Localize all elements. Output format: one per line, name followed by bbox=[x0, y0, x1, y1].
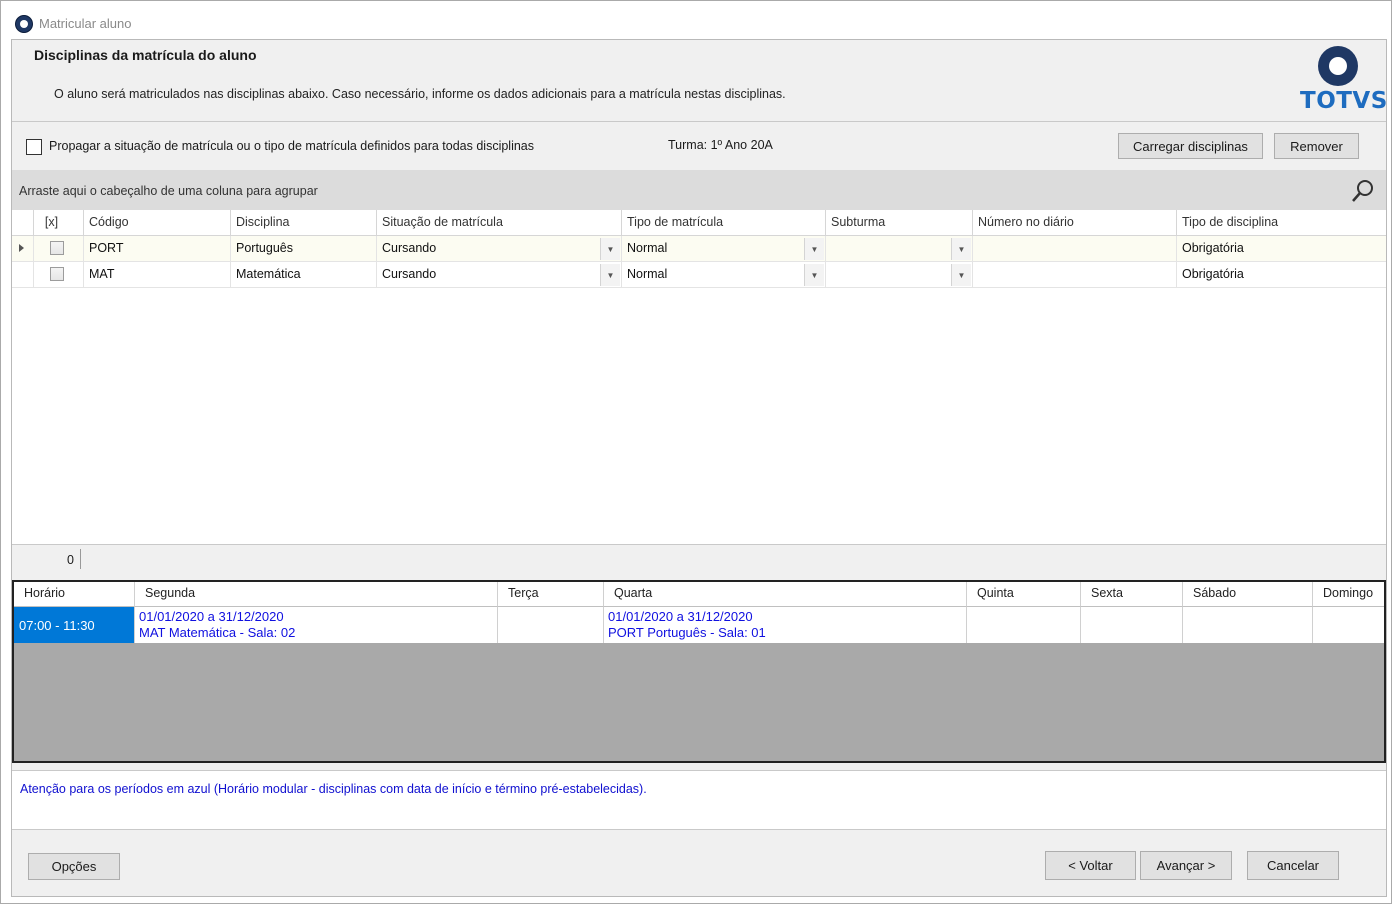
situacao-cell[interactable]: Cursando ▼ bbox=[377, 262, 622, 288]
window-title: Matricular aluno bbox=[39, 16, 132, 31]
row-count: 0 bbox=[67, 553, 74, 567]
chevron-down-icon[interactable]: ▼ bbox=[804, 238, 824, 260]
codigo-cell[interactable]: PORT bbox=[84, 236, 231, 262]
chevron-down-icon[interactable]: ▼ bbox=[804, 264, 824, 286]
chevron-down-icon[interactable]: ▼ bbox=[951, 238, 971, 260]
propagate-checkbox[interactable] bbox=[26, 139, 42, 155]
opcoes-button[interactable]: Opções bbox=[28, 853, 120, 880]
disciplina-cell[interactable]: Português bbox=[231, 236, 377, 262]
tipo-matricula-value: Normal bbox=[627, 241, 668, 255]
totvs-logo: TOTVS bbox=[1298, 46, 1387, 116]
numero-diario-cell[interactable] bbox=[973, 262, 1177, 288]
schedule-discipline: PORT Português - Sala: 01 bbox=[608, 625, 766, 640]
codigo-cell[interactable]: MAT bbox=[84, 262, 231, 288]
schedule-cell-sexta[interactable] bbox=[1081, 607, 1183, 643]
schedule-header-quinta: Quinta bbox=[967, 582, 1081, 607]
schedule-cell-quarta[interactable]: 01/01/2020 a 31/12/2020 PORT Português -… bbox=[604, 607, 967, 643]
options-row: Propagar a situação de matrícula ou o ti… bbox=[12, 123, 1386, 169]
chevron-down-icon[interactable]: ▼ bbox=[951, 264, 971, 286]
app-logo-icon bbox=[15, 15, 33, 33]
turma-label: Turma: 1º Ano 20A bbox=[668, 138, 773, 152]
row-select-checkbox[interactable] bbox=[50, 267, 64, 281]
wizard-panel: Disciplinas da matrícula do aluno O alun… bbox=[11, 39, 1387, 897]
header-panel: Disciplinas da matrícula do aluno O alun… bbox=[12, 40, 1387, 122]
row-select-checkbox[interactable] bbox=[50, 241, 64, 255]
row-select-cell bbox=[34, 262, 84, 288]
column-header-subturma[interactable]: Subturma bbox=[826, 210, 973, 236]
chevron-down-icon[interactable]: ▼ bbox=[600, 238, 620, 260]
note-panel: Atenção para os períodos em azul (Horári… bbox=[12, 770, 1386, 830]
schedule-cell-sabado[interactable] bbox=[1183, 607, 1313, 643]
tipo-matricula-value: Normal bbox=[627, 267, 668, 281]
matricular-aluno-window: Matricular aluno Disciplinas da matrícul… bbox=[0, 0, 1392, 904]
row-indicator bbox=[12, 262, 34, 288]
row-select-cell bbox=[34, 236, 84, 262]
remover-button[interactable]: Remover bbox=[1274, 133, 1359, 159]
column-header-codigo[interactable]: Código bbox=[84, 210, 231, 236]
schedule-header-terca: Terça bbox=[498, 582, 604, 607]
subturma-cell[interactable]: ▼ bbox=[826, 262, 973, 288]
voltar-button[interactable]: < Voltar bbox=[1045, 851, 1136, 880]
propagate-label: Propagar a situação de matrícula ou o ti… bbox=[49, 139, 535, 153]
group-by-hint: Arraste aqui o cabeçalho de uma coluna p… bbox=[19, 184, 318, 198]
totvs-logo-icon bbox=[1318, 46, 1358, 86]
schedule-cell-terca[interactable] bbox=[498, 607, 604, 643]
column-header-tipo-disciplina[interactable]: Tipo de disciplina bbox=[1177, 210, 1386, 236]
numero-diario-cell[interactable] bbox=[973, 236, 1177, 262]
disciplines-grid: [x] Código Disciplina Situação de matríc… bbox=[12, 210, 1386, 545]
table-row[interactable]: PORT Português Cursando ▼ Normal ▼ ▼ Obrig… bbox=[12, 236, 1386, 262]
schedule-grid: Horário Segunda Terça Quarta Quinta Sext… bbox=[12, 580, 1386, 763]
search-icon[interactable] bbox=[1350, 178, 1376, 204]
situacao-value: Cursando bbox=[382, 241, 437, 255]
schedule-cell-segunda[interactable]: 01/01/2020 a 31/12/2020 MAT Matemática -… bbox=[135, 607, 498, 643]
column-header-select[interactable]: [x] bbox=[34, 210, 84, 236]
carregar-disciplinas-button[interactable]: Carregar disciplinas bbox=[1118, 133, 1263, 159]
subturma-cell[interactable]: ▼ bbox=[826, 236, 973, 262]
schedule-period: 01/01/2020 a 31/12/2020 bbox=[608, 609, 753, 624]
group-by-bar[interactable]: Arraste aqui o cabeçalho de uma coluna p… bbox=[12, 170, 1386, 210]
schedule-cell-domingo[interactable] bbox=[1313, 607, 1384, 643]
schedule-cell-quinta[interactable] bbox=[967, 607, 1081, 643]
row-indicator bbox=[12, 236, 34, 262]
chevron-down-icon[interactable]: ▼ bbox=[600, 264, 620, 286]
schedule-period: 01/01/2020 a 31/12/2020 bbox=[139, 609, 284, 624]
column-header-tipo-matricula[interactable]: Tipo de matrícula bbox=[622, 210, 826, 236]
footer-divider bbox=[80, 549, 81, 569]
schedule-discipline: MAT Matemática - Sala: 02 bbox=[139, 625, 296, 640]
totvs-logo-text: TOTVS bbox=[1300, 88, 1388, 114]
tipo-disciplina-cell[interactable]: Obrigatória bbox=[1177, 236, 1386, 262]
blue-period-note: Atenção para os períodos em azul (Horári… bbox=[20, 782, 647, 796]
column-header-situacao[interactable]: Situação de matrícula bbox=[377, 210, 622, 236]
schedule-header-domingo: Domingo bbox=[1313, 582, 1384, 607]
schedule-header-segunda: Segunda bbox=[135, 582, 498, 607]
column-header-disciplina[interactable]: Disciplina bbox=[231, 210, 377, 236]
row-indicator-header bbox=[12, 210, 34, 236]
schedule-header-sexta: Sexta bbox=[1081, 582, 1183, 607]
title-bar: Matricular aluno bbox=[1, 9, 1391, 37]
schedule-header-sabado: Sábado bbox=[1183, 582, 1313, 607]
situacao-value: Cursando bbox=[382, 267, 437, 281]
schedule-time-slot[interactable]: 07:00 - 11:30 bbox=[14, 607, 135, 643]
situacao-cell[interactable]: Cursando ▼ bbox=[377, 236, 622, 262]
cancelar-button[interactable]: Cancelar bbox=[1247, 851, 1339, 880]
tipo-matricula-cell[interactable]: Normal ▼ bbox=[622, 236, 826, 262]
disciplina-cell[interactable]: Matemática bbox=[231, 262, 377, 288]
schedule-header-horario: Horário bbox=[14, 582, 135, 607]
page-title: Disciplinas da matrícula do aluno bbox=[34, 47, 257, 63]
grid-footer: 0 bbox=[12, 544, 1386, 574]
avancar-button[interactable]: Avançar > bbox=[1140, 851, 1232, 880]
page-description: O aluno será matriculados nas disciplina… bbox=[54, 87, 786, 101]
column-header-numero-diario[interactable]: Número no diário bbox=[973, 210, 1177, 236]
schedule-header-quarta: Quarta bbox=[604, 582, 967, 607]
current-row-arrow-icon bbox=[19, 244, 24, 252]
tipo-disciplina-cell[interactable]: Obrigatória bbox=[1177, 262, 1386, 288]
table-row[interactable]: MAT Matemática Cursando ▼ Normal ▼ ▼ Obrig… bbox=[12, 262, 1386, 288]
tipo-matricula-cell[interactable]: Normal ▼ bbox=[622, 262, 826, 288]
